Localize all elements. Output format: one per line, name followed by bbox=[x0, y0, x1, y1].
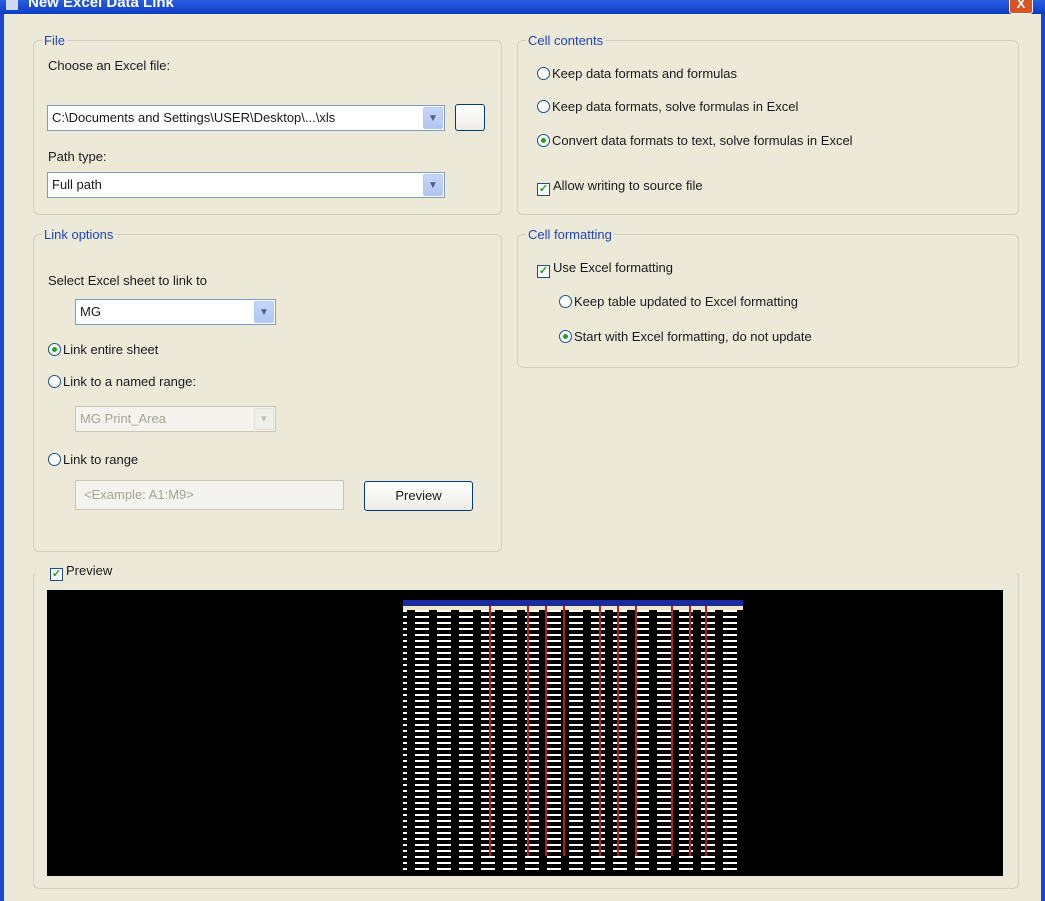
sheet-red-gridline bbox=[635, 606, 637, 856]
link-named-range-option[interactable]: Link to a named range: bbox=[48, 374, 196, 389]
radio-selected-icon[interactable] bbox=[559, 330, 572, 343]
preview-label: Preview bbox=[66, 563, 113, 578]
browse-button[interactable] bbox=[455, 104, 485, 131]
keep-updated-label: Keep table updated to Excel formatting bbox=[574, 294, 799, 309]
sheet-red-gridline bbox=[617, 606, 619, 856]
radio-unselected-icon[interactable] bbox=[537, 100, 550, 113]
radio-unselected-icon[interactable] bbox=[48, 375, 61, 388]
convert-to-text-label: Convert data formats to text, solve form… bbox=[552, 133, 853, 148]
sheet-red-gridline bbox=[563, 606, 565, 856]
convert-to-text-option[interactable]: Convert data formats to text, solve form… bbox=[537, 133, 853, 148]
select-sheet-label: Select Excel sheet to link to bbox=[48, 273, 207, 288]
link-options-legend: Link options bbox=[44, 227, 114, 242]
keep-data-option[interactable]: Keep data formats, solve formulas in Exc… bbox=[537, 99, 798, 114]
sheet-combobox[interactable]: MG ▼ bbox=[75, 299, 276, 325]
link-entire-sheet-option[interactable]: Link entire sheet bbox=[48, 342, 158, 357]
title-bar: New Excel Data Link X bbox=[0, 0, 1045, 14]
chevron-down-icon[interactable]: ▼ bbox=[423, 174, 443, 196]
radio-unselected-icon[interactable] bbox=[559, 295, 572, 308]
start-with-formatting-label: Start with Excel formatting, do not upda… bbox=[574, 329, 812, 344]
spreadsheet-thumbnail bbox=[403, 600, 743, 870]
sheet-red-gridline bbox=[545, 606, 547, 856]
checkmark-icon[interactable]: ✓ bbox=[50, 568, 63, 581]
sheet-red-gridline bbox=[599, 606, 601, 856]
preview-range-button[interactable]: Preview bbox=[364, 481, 473, 511]
keep-updated-option[interactable]: Keep table updated to Excel formatting bbox=[559, 294, 798, 309]
radio-unselected-icon[interactable] bbox=[537, 67, 550, 80]
sheet-red-gridline bbox=[527, 606, 529, 856]
file-group-legend: File bbox=[44, 33, 65, 48]
file-path-combobox[interactable]: C:\Documents and Settings\USER\Desktop\.… bbox=[47, 105, 445, 131]
sheet-red-gridline bbox=[671, 606, 673, 856]
checkmark-icon[interactable]: ✓ bbox=[537, 183, 550, 196]
link-range-label: Link to range bbox=[63, 452, 139, 467]
cell-contents-legend: Cell contents bbox=[528, 33, 604, 48]
checkmark-icon[interactable]: ✓ bbox=[537, 265, 550, 278]
choose-file-label: Choose an Excel file: bbox=[48, 58, 171, 73]
window-title: New Excel Data Link bbox=[28, 0, 174, 11]
app-icon bbox=[6, 0, 18, 10]
link-named-range-label: Link to a named range: bbox=[63, 374, 196, 389]
use-excel-formatting-checkbox[interactable]: ✓ Use Excel formatting bbox=[537, 260, 673, 278]
named-range-combobox: MG Print_Area ▼ bbox=[75, 406, 276, 432]
chevron-down-icon[interactable]: ▼ bbox=[423, 107, 443, 129]
radio-selected-icon[interactable] bbox=[48, 343, 61, 356]
window-border-left bbox=[0, 14, 4, 901]
chevron-down-icon[interactable]: ▼ bbox=[254, 301, 274, 323]
sheet-red-gridline bbox=[689, 606, 691, 856]
keep-formats-label: Keep data formats and formulas bbox=[552, 66, 737, 81]
radio-unselected-icon[interactable] bbox=[48, 453, 61, 466]
close-button[interactable]: X bbox=[1009, 0, 1033, 14]
file-path-value: C:\Documents and Settings\USER\Desktop\.… bbox=[52, 110, 336, 125]
preview-area bbox=[47, 590, 1003, 876]
cell-formatting-legend: Cell formatting bbox=[528, 227, 612, 242]
sheet-red-gridline bbox=[705, 606, 707, 856]
use-excel-formatting-label: Use Excel formatting bbox=[553, 260, 673, 275]
preview-checkbox[interactable]: ✓ Preview bbox=[50, 563, 116, 581]
chevron-down-icon: ▼ bbox=[254, 408, 274, 430]
range-input[interactable]: <Example: A1:M9> bbox=[75, 480, 344, 510]
keep-formats-option[interactable]: Keep data formats and formulas bbox=[537, 66, 737, 81]
start-with-formatting-option[interactable]: Start with Excel formatting, do not upda… bbox=[559, 329, 812, 344]
keep-data-label: Keep data formats, solve formulas in Exc… bbox=[552, 99, 799, 114]
allow-writing-label: Allow writing to source file bbox=[553, 178, 703, 193]
sheet-value: MG bbox=[80, 304, 101, 319]
sheet-red-gridline bbox=[489, 606, 491, 856]
window-border-right bbox=[1041, 14, 1045, 901]
named-range-value: MG Print_Area bbox=[80, 411, 166, 426]
radio-selected-icon[interactable] bbox=[537, 134, 550, 147]
link-entire-sheet-label: Link entire sheet bbox=[63, 342, 159, 357]
link-range-option[interactable]: Link to range bbox=[48, 452, 138, 467]
sheet-title-stripe bbox=[403, 606, 743, 610]
allow-writing-checkbox[interactable]: ✓ Allow writing to source file bbox=[537, 178, 703, 196]
path-type-combobox[interactable]: Full path ▼ bbox=[47, 172, 445, 198]
path-type-label: Path type: bbox=[48, 149, 107, 164]
path-type-value: Full path bbox=[52, 177, 102, 192]
